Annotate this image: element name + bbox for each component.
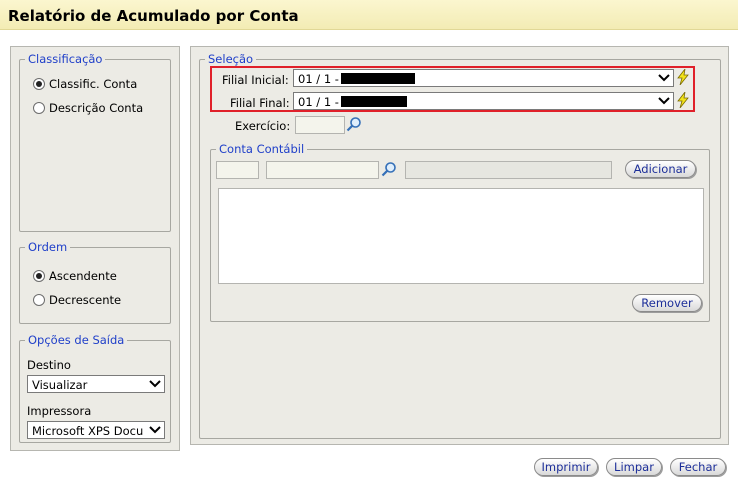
magnifier-icon[interactable]	[381, 161, 397, 177]
chevron-down-icon	[149, 380, 161, 388]
radio-decrescente[interactable]: Decrescente	[33, 293, 121, 307]
adicionar-button[interactable]: Adicionar	[625, 160, 696, 178]
conta-contabil-legend: Conta Contábil	[219, 142, 305, 156]
conta-codigo-input[interactable]	[216, 161, 259, 179]
remover-button[interactable]: Remover	[632, 294, 702, 312]
limpar-button[interactable]: Limpar	[606, 458, 662, 476]
conta-classificacao-input[interactable]	[266, 161, 379, 179]
conta-descricao-input[interactable]	[405, 161, 612, 179]
radio-classific-conta[interactable]: Classific. Conta	[33, 77, 137, 91]
radio-ascendente[interactable]: Ascendente	[33, 269, 117, 283]
classificacao-legend: Classificação	[28, 52, 103, 66]
impressora-label: Impressora	[27, 404, 92, 418]
destino-label: Destino	[27, 358, 71, 372]
radio-label: Descrição Conta	[49, 101, 144, 115]
radio-button[interactable]	[33, 102, 45, 114]
radio-button-checked[interactable]	[33, 270, 45, 282]
magnifier-icon[interactable]	[346, 116, 362, 132]
ordem-legend: Ordem	[28, 240, 68, 254]
radio-button-checked[interactable]	[33, 78, 45, 90]
opcoes-saida-legend: Opções de Saída	[28, 333, 125, 347]
page-header: Relatório de Acumulado por Conta	[0, 0, 738, 30]
selection-highlight-box	[210, 66, 695, 112]
imprimir-button[interactable]: Imprimir	[534, 458, 598, 476]
fechar-button[interactable]: Fechar	[670, 458, 726, 476]
conta-list[interactable]	[218, 188, 704, 284]
exercicio-label: Exercício:	[235, 119, 291, 133]
impressora-select[interactable]: Microsoft XPS Docu	[27, 421, 165, 439]
radio-button[interactable]	[33, 294, 45, 306]
left-panel: Classificação Classific. Conta Descrição…	[10, 46, 180, 451]
radio-descricao-conta[interactable]: Descrição Conta	[33, 101, 143, 115]
exercicio-input[interactable]	[295, 116, 345, 134]
destino-select[interactable]: Visualizar	[27, 375, 165, 393]
page-title: Relatório de Acumulado por Conta	[8, 7, 299, 25]
selecao-legend: Seleção	[208, 52, 254, 66]
chevron-down-icon	[149, 426, 161, 434]
impressora-value: Microsoft XPS Docu	[32, 423, 144, 438]
destino-value: Visualizar	[32, 377, 88, 392]
radio-label: Ascendente	[49, 269, 117, 283]
radio-label: Classific. Conta	[49, 77, 138, 91]
radio-label: Decrescente	[49, 293, 122, 307]
